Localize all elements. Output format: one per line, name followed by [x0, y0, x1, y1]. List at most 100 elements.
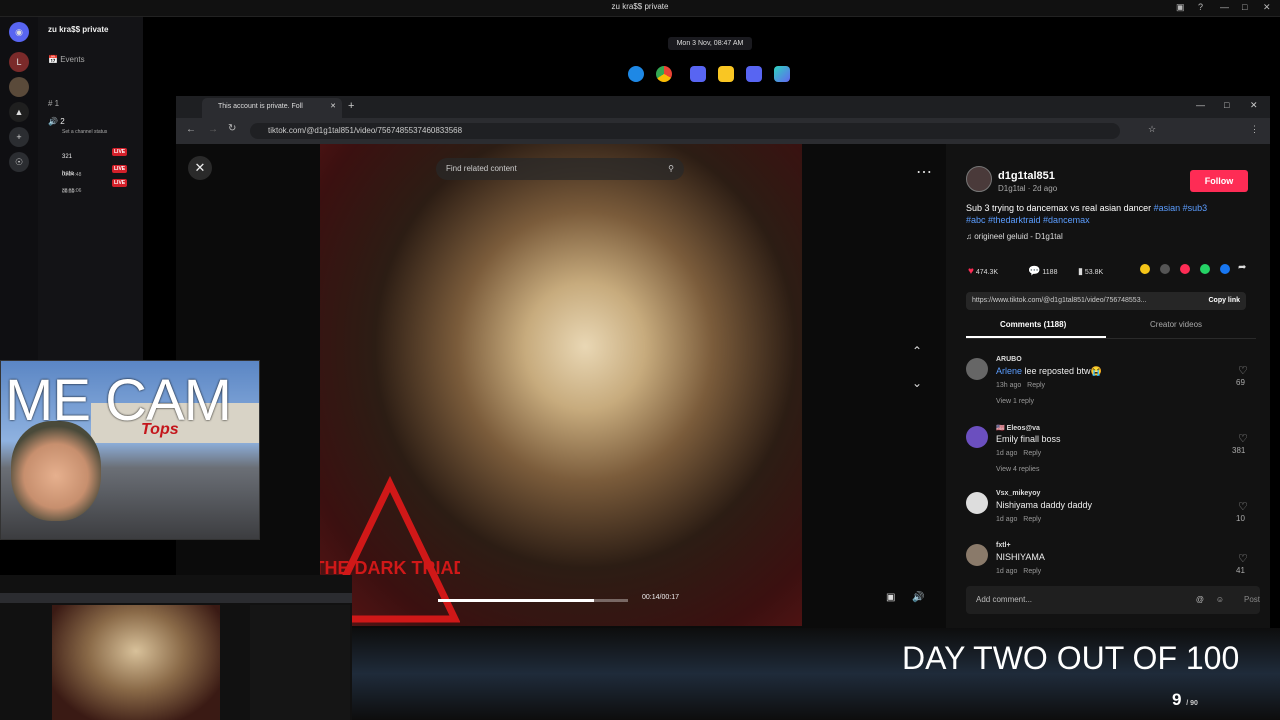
caption-tags[interactable]: #abc #thedarktraid #dancemax	[966, 215, 1090, 225]
voice-channel[interactable]: 🔊 2	[48, 117, 65, 126]
menu-icon[interactable]: ⋮	[1250, 124, 1259, 135]
save-button[interactable]: ▮ 53.8K	[1078, 266, 1103, 277]
whatsapp-icon[interactable]	[1200, 264, 1210, 274]
text-channel[interactable]: # 1	[48, 99, 59, 108]
browser-tab[interactable]: This account is private. Foll ✕	[202, 98, 342, 118]
app-icon[interactable]	[774, 66, 790, 82]
share-icon[interactable]	[1140, 264, 1150, 274]
share-arrow-icon[interactable]: ➦	[1238, 262, 1246, 273]
comment-heart-icon[interactable]: ♡	[1238, 500, 1248, 513]
bookmark-icon[interactable]: ☆	[1148, 124, 1156, 135]
back-icon[interactable]: ←	[186, 124, 196, 135]
folder-icon[interactable]	[718, 66, 734, 82]
send-icon[interactable]	[1180, 264, 1190, 274]
server-icon[interactable]: L	[9, 52, 29, 72]
discover-icon[interactable]: ☉	[9, 152, 29, 172]
copy-link-button[interactable]: Copy link	[1208, 292, 1240, 310]
comment-user[interactable]: ARUBO	[996, 356, 1022, 363]
add-comment-input[interactable]: Add comment... @ ☺ Post	[966, 586, 1260, 614]
avatar[interactable]	[966, 358, 988, 380]
video-player[interactable]: THE DARK TRIAD	[320, 144, 802, 626]
post-button[interactable]: Post	[1244, 586, 1260, 614]
volume-icon[interactable]: 🔊	[912, 592, 924, 603]
comment-heart-icon[interactable]: ♡	[1238, 552, 1248, 565]
comment-user[interactable]: Vsx_mikeyoy	[996, 490, 1040, 497]
comment-age: 1d ago	[996, 450, 1018, 457]
progress-fill	[438, 599, 594, 602]
reply-button[interactable]: Reply	[1023, 516, 1041, 523]
comment-body: NISHIYAMA	[996, 552, 1045, 562]
comment-user[interactable]: 🇺🇸 Eleos@va	[996, 424, 1040, 432]
comment-heart-icon[interactable]: ♡	[1238, 364, 1248, 377]
mention[interactable]: Arlene	[996, 366, 1022, 376]
avatar[interactable]	[966, 544, 988, 566]
me-cam-label: ME CAM	[5, 368, 232, 433]
discord-icon[interactable]	[746, 66, 762, 82]
reply-button[interactable]: Reply	[1027, 382, 1045, 389]
avatar[interactable]	[966, 492, 988, 514]
tab-title: This account is private. Foll	[218, 103, 303, 110]
forward-icon[interactable]: →	[208, 124, 218, 135]
video-area: ✕ THE DARK TRIAD Find related content ⚲ ⋯…	[176, 144, 946, 628]
server-icon[interactable]	[9, 77, 29, 97]
caption-tags[interactable]: #asian #sub3	[1154, 203, 1208, 213]
link-row: https://www.tiktok.com/@d1g1tal851/video…	[966, 292, 1246, 310]
help-icon[interactable]: ?	[1198, 2, 1203, 12]
mention-icon[interactable]: @	[1196, 586, 1204, 614]
progress-bar[interactable]	[438, 599, 628, 602]
mini-address-bar	[0, 593, 352, 603]
username[interactable]: d1g1tal851	[998, 170, 1055, 182]
voice-member[interactable]: 38:55:06 LIVE	[62, 179, 142, 197]
close-tab-icon[interactable]: ✕	[330, 98, 336, 116]
window-title: zu kra$$ private	[611, 2, 669, 11]
view-replies[interactable]: View 1 reply	[996, 398, 1034, 405]
events-item[interactable]: 📅 Events	[48, 55, 85, 64]
gift-icon[interactable]: ▣	[1176, 2, 1185, 13]
mini-video	[52, 605, 220, 720]
facebook-icon[interactable]	[1220, 264, 1230, 274]
more-options-icon[interactable]: ⋯	[916, 162, 932, 182]
app-icon[interactable]	[628, 66, 644, 82]
chrome-icon[interactable]	[656, 66, 672, 82]
status-hint[interactable]: Set a channel status	[62, 129, 107, 135]
minimize-icon[interactable]: —	[1220, 2, 1229, 12]
url-field[interactable]: tiktok.com/@d1g1tal851/video/75674855374…	[250, 123, 1120, 139]
comment-user[interactable]: fxtl+	[996, 542, 1011, 549]
new-tab-icon[interactable]: +	[348, 100, 354, 112]
minimize-icon[interactable]: —	[1196, 100, 1205, 110]
comment-meta: 13h ago Reply	[996, 382, 1045, 389]
pip-icon[interactable]: ▣	[886, 592, 895, 603]
tab-comments[interactable]: Comments (1188)	[1000, 320, 1066, 329]
close-video-button[interactable]: ✕	[188, 156, 212, 180]
discord-icon[interactable]	[690, 66, 706, 82]
add-server-icon[interactable]: +	[9, 127, 29, 147]
reply-button[interactable]: Reply	[1023, 450, 1041, 457]
search-icon[interactable]: ⚲	[668, 158, 674, 180]
embed-icon[interactable]	[1160, 264, 1170, 274]
related-search-input[interactable]: Find related content ⚲	[436, 158, 684, 180]
reply-button[interactable]: Reply	[1023, 568, 1041, 575]
close-window-icon[interactable]: ✕	[1250, 100, 1258, 111]
follow-button[interactable]: Follow	[1190, 170, 1248, 192]
next-video-icon[interactable]: ⌄	[912, 376, 922, 390]
comment-heart-icon[interactable]: ♡	[1238, 432, 1248, 445]
server-icon[interactable]: ▲	[9, 102, 29, 122]
avatar[interactable]	[966, 166, 992, 192]
like-button[interactable]: ♥ 474.3K	[968, 266, 998, 277]
close-window-icon[interactable]: ✕	[1263, 2, 1271, 13]
comment-button[interactable]: 💬 1188	[1028, 266, 1057, 277]
sound-link[interactable]: ♫ origineel geluid - D1g1tal	[966, 232, 1063, 241]
server-name[interactable]: zu kra$$ private	[48, 25, 108, 34]
emoji-icon[interactable]: ☺	[1216, 586, 1224, 614]
maximize-icon[interactable]: □	[1242, 2, 1247, 12]
comment-likes: 69	[1236, 378, 1245, 387]
view-replies[interactable]: View 4 replies	[996, 466, 1039, 473]
previous-video-icon[interactable]: ⌃	[912, 344, 922, 358]
comment-likes: 10	[1236, 514, 1245, 523]
caption: Sub 3 trying to dancemax vs real asian d…	[966, 202, 1256, 226]
reload-icon[interactable]: ↻	[228, 123, 236, 134]
avatar[interactable]	[966, 426, 988, 448]
discord-home-icon[interactable]: ◉	[9, 22, 29, 42]
tab-creator-videos[interactable]: Creator videos	[1150, 320, 1202, 329]
maximize-icon[interactable]: □	[1224, 100, 1229, 110]
